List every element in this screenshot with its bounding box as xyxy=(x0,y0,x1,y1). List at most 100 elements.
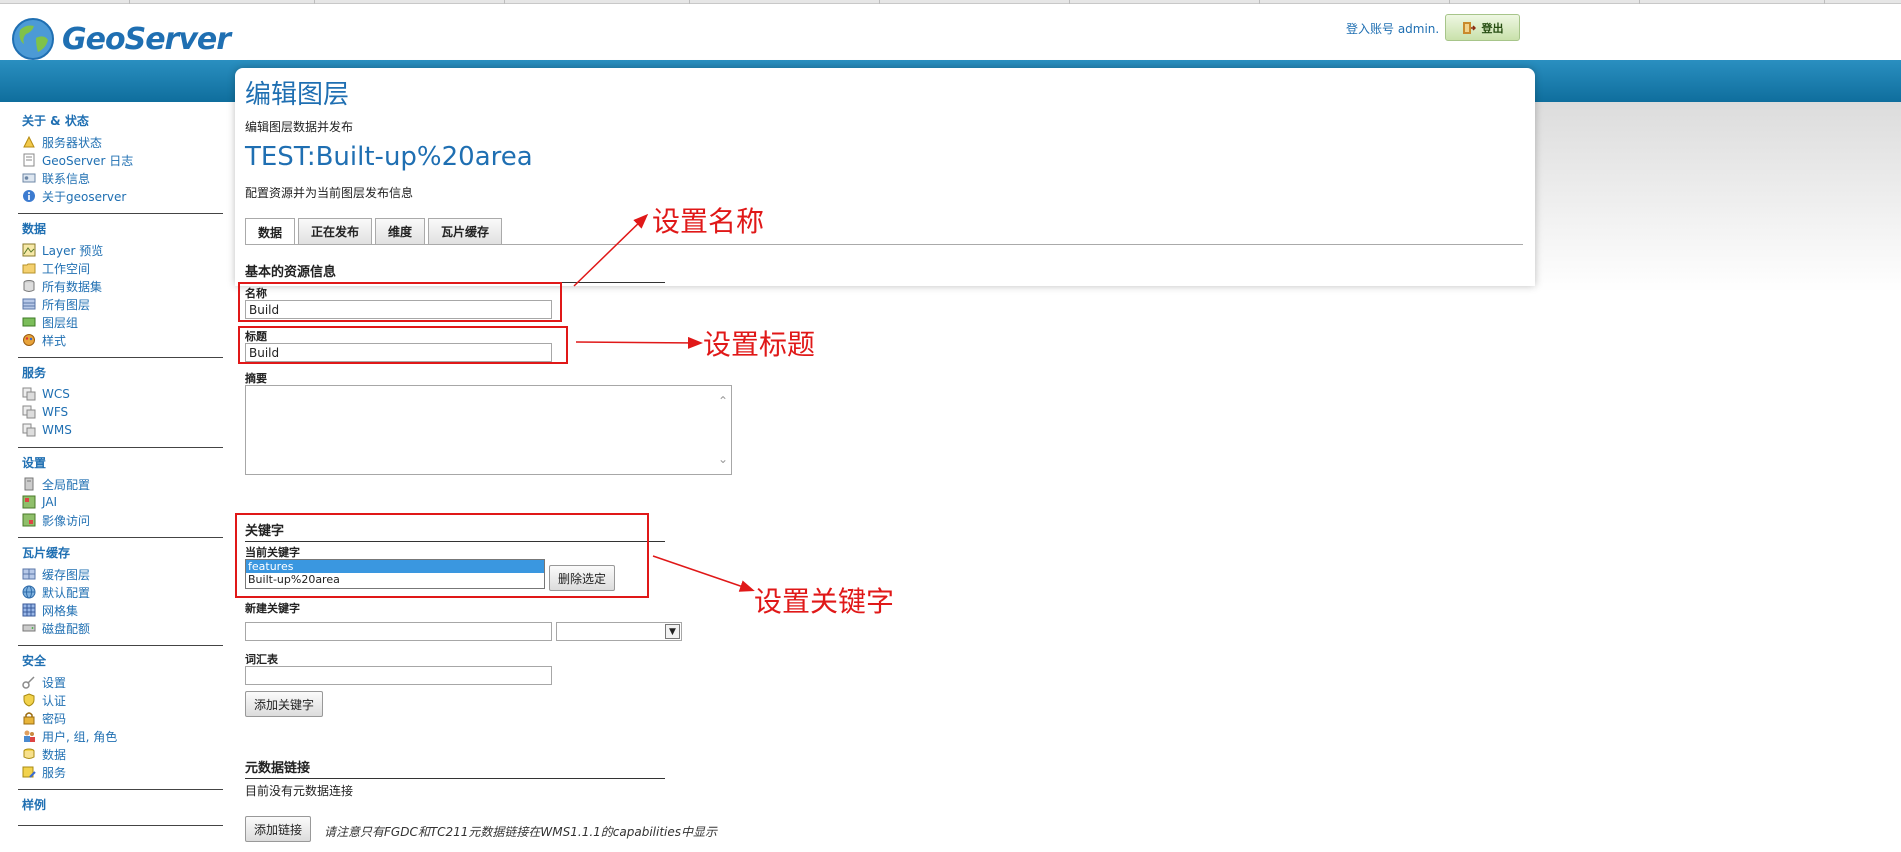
page-title: 编辑图层 xyxy=(245,80,350,110)
layers-icon xyxy=(22,298,36,310)
sidebar-item-users-groups-roles[interactable]: 用户, 组, 角色 xyxy=(18,727,223,745)
jai-icon xyxy=(22,495,36,509)
annotation-set-name: 设置名称 xyxy=(652,205,765,238)
tab-publishing[interactable]: 正在发布 xyxy=(298,218,373,244)
sidebar-item-global-settings[interactable]: 全局配置 xyxy=(18,475,223,493)
nav-section-title: 安全 xyxy=(22,654,47,668)
vocabulary-label: 词汇表 xyxy=(245,653,278,666)
style-icon xyxy=(23,334,35,346)
sidebar-item-authentication[interactable]: 认证 xyxy=(18,691,223,709)
sidebar-item-caching-defaults[interactable]: 默认配置 xyxy=(18,583,223,601)
nav-section-services: 服务 WCS WFS WMS xyxy=(18,364,223,448)
service-security-icon xyxy=(22,766,36,778)
users-icon xyxy=(24,730,35,742)
server-status-icon xyxy=(23,135,35,148)
nav-section-tile-caching: 瓦片缓存 缓存图层 默认配置 网格集 磁盘配额 xyxy=(18,544,223,646)
nav-section-data: 数据 Layer 预览 工作空间 所有数据集 所有图层 图层组 样式 xyxy=(18,220,223,358)
nav-section-title: 设置 xyxy=(22,456,47,470)
vocabulary-select[interactable]: ▼ xyxy=(556,622,682,641)
textarea-scrollbar[interactable]: ⌃ ⌄ xyxy=(715,386,731,474)
service-icon xyxy=(22,387,36,401)
service-icon xyxy=(22,423,36,437)
sidebar-item-tile-layers[interactable]: 缓存图层 xyxy=(18,565,223,583)
layer-group-icon xyxy=(22,317,36,327)
sidebar-item-layer-groups[interactable]: 图层组 xyxy=(18,313,223,331)
shield-icon xyxy=(23,693,35,707)
page-description: 编辑图层数据并发布 xyxy=(245,120,354,134)
tab-data[interactable]: 数据 xyxy=(245,218,296,245)
sidebar-item-jai[interactable]: JAI xyxy=(18,493,223,511)
tab-tile-caching[interactable]: 瓦片缓存 xyxy=(428,218,503,244)
sidebar-item-log[interactable]: GeoServer 日志 xyxy=(18,151,223,169)
chevron-down-icon[interactable]: ▼ xyxy=(665,624,680,639)
new-keyword-input[interactable] xyxy=(245,622,552,641)
sidebar-item-wms[interactable]: WMS xyxy=(18,421,223,439)
service-icon xyxy=(22,405,36,419)
sidebar-item-passwords[interactable]: 密码 xyxy=(18,709,223,727)
sidebar-item-security-settings[interactable]: 设置 xyxy=(18,673,223,691)
logout-button[interactable]: 登出 xyxy=(1445,14,1520,41)
sidebar-item-server-status[interactable]: 服务器状态 xyxy=(18,133,223,151)
disk-icon xyxy=(22,624,36,632)
tab-divider xyxy=(245,244,1523,245)
chevron-up-icon: ⌃ xyxy=(717,394,729,408)
tile-layers-icon xyxy=(22,568,36,580)
sidebar-item-wcs[interactable]: WCS xyxy=(18,385,223,403)
nav-section-security: 安全 设置 认证 密码 用户, 组, 角色 数据 服务 xyxy=(18,652,223,790)
store-icon xyxy=(23,280,35,292)
background-fade xyxy=(1535,102,1901,292)
globe-icon xyxy=(22,585,36,599)
metadata-section-title: 元数据链接 xyxy=(245,757,665,779)
about-icon xyxy=(23,190,35,202)
sidebar-item-coverage-access[interactable]: 影像访问 xyxy=(18,511,223,529)
folder-icon xyxy=(22,263,36,274)
nav-section-title[interactable]: 样例 xyxy=(22,796,223,813)
layer-name-heading: TEST:Built-up%20area xyxy=(245,142,533,172)
nav-section-title: 服务 xyxy=(22,366,47,380)
vocabulary-input[interactable] xyxy=(245,666,552,685)
sidebar-item-data-security[interactable]: 数据 xyxy=(18,745,223,763)
sidebar-item-workspaces[interactable]: 工作空间 xyxy=(18,259,223,277)
key-icon xyxy=(22,676,35,689)
add-link-button[interactable]: 添加链接 xyxy=(245,816,312,842)
nav-section-status: 关于 & 状态 服务器状态 GeoServer 日志 联系信息 关于geoser… xyxy=(18,112,223,214)
keywords-highlight-box xyxy=(235,513,649,598)
abstract-textarea[interactable]: ⌃ ⌄ xyxy=(245,385,732,475)
layer-description: 配置资源并为当前图层发布信息 xyxy=(245,186,414,200)
abstract-label: 摘要 xyxy=(245,372,267,385)
no-metadata-text: 目前没有元数据连接 xyxy=(245,784,354,798)
keywords-arrow xyxy=(652,555,755,592)
add-keyword-button[interactable]: 添加关键字 xyxy=(245,691,324,717)
sidebar-item-contact[interactable]: 联系信息 xyxy=(18,169,223,187)
metadata-note: 请注意只有FGDC和TC211元数据链接在WMS1.1.1的capabiliti… xyxy=(324,825,718,839)
nav-section-title: 数据 xyxy=(22,222,47,236)
sidebar-item-about[interactable]: 关于geoserver xyxy=(18,187,223,205)
sidebar-item-layers[interactable]: 所有图层 xyxy=(18,295,223,313)
nav-section-settings: 设置 全局配置 JAI 影像访问 xyxy=(18,454,223,538)
sidebar-item-styles[interactable]: 样式 xyxy=(18,331,223,349)
name-highlight-box xyxy=(238,282,562,322)
new-keyword-label: 新建关键字 xyxy=(245,602,300,615)
basic-info-section-title: 基本的资源信息 xyxy=(245,261,665,283)
sidebar-item-disk-quota[interactable]: 磁盘配额 xyxy=(18,619,223,637)
content-panel xyxy=(235,68,1535,286)
sidebar-nav: 关于 & 状态 服务器状态 GeoServer 日志 联系信息 关于geoser… xyxy=(18,108,223,832)
logout-label: 登出 xyxy=(1481,21,1504,35)
sidebar-item-stores[interactable]: 所有数据集 xyxy=(18,277,223,295)
header: GeoServer 登入账号 admin. 登出 xyxy=(0,4,1901,60)
globe-logo-icon xyxy=(12,18,54,60)
nav-section-demos: 样例 xyxy=(18,796,223,826)
geoserver-logo[interactable]: GeoServer xyxy=(10,16,231,62)
nav-section-title: 瓦片缓存 xyxy=(22,546,71,560)
sidebar-item-gridsets[interactable]: 网格集 xyxy=(18,601,223,619)
title-highlight-box xyxy=(238,326,568,364)
chevron-down-icon: ⌄ xyxy=(717,452,729,466)
grid-icon xyxy=(22,603,36,617)
annotation-set-title: 设置标题 xyxy=(703,328,816,361)
sidebar-item-layer-preview[interactable]: Layer 预览 xyxy=(18,241,223,259)
lock-icon xyxy=(23,712,35,725)
sidebar-item-service-security[interactable]: 服务 xyxy=(18,763,223,781)
tab-dimensions[interactable]: 维度 xyxy=(375,218,426,244)
sidebar-item-wfs[interactable]: WFS xyxy=(18,403,223,421)
login-status: 登入账号 admin. xyxy=(1346,22,1440,36)
